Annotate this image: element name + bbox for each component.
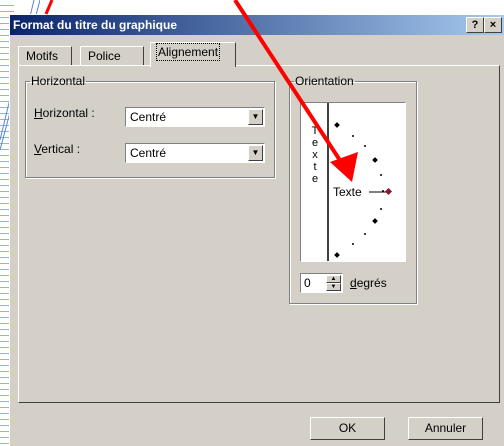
close-button[interactable]: × xyxy=(484,17,502,33)
vertical-text-option[interactable]: T e x t e xyxy=(301,103,329,261)
degrees-spinner[interactable]: 0 ▲ ▼ xyxy=(300,273,343,293)
orientation-group: Orientation T e x t e Texte 0 ▲ ▼ degrés xyxy=(289,74,417,304)
dial-marker-bottom xyxy=(334,252,340,258)
cancel-button[interactable]: Annuler xyxy=(408,417,483,440)
degrees-value: 0 xyxy=(304,276,311,290)
orientation-group-legend: Orientation xyxy=(295,74,354,88)
spinner-buttons: ▲ ▼ xyxy=(326,275,341,291)
dropdown-arrow-icon[interactable]: ▼ xyxy=(248,145,263,161)
spin-up-icon[interactable]: ▲ xyxy=(326,275,341,283)
tab-label: Alignement xyxy=(155,43,221,61)
tab-motifs[interactable]: Motifs xyxy=(18,46,72,66)
dialog-title: Format du titre du graphique xyxy=(13,18,177,32)
tab-police[interactable]: Police xyxy=(80,46,144,66)
dial-marker-lower xyxy=(372,218,378,224)
horizontal-select[interactable]: Centré ▼ xyxy=(125,107,265,127)
horizontal-group: Horizontal Horizontal : Centré ▼ Vertica… xyxy=(25,74,275,178)
dropdown-arrow-icon[interactable]: ▼ xyxy=(248,109,263,125)
format-chart-title-dialog: Format du titre du graphique ? × Motifs … xyxy=(9,14,504,446)
dialog-titlebar: Format du titre du graphique ? × xyxy=(10,15,504,35)
vertical-select[interactable]: Centré ▼ xyxy=(125,143,265,163)
dial-marker-top xyxy=(334,122,340,128)
horizontal-select-value: Centré xyxy=(130,110,167,124)
orientation-dial[interactable]: Texte xyxy=(329,103,405,261)
dial-marker-upper xyxy=(372,157,378,163)
vertical-text-letters: T e x t e xyxy=(311,125,319,185)
vertical-select-value: Centré xyxy=(130,146,167,160)
orientation-control[interactable]: T e x t e Texte xyxy=(300,102,406,262)
vertical-label: Vertical : xyxy=(34,142,81,156)
help-button[interactable]: ? xyxy=(466,17,484,33)
spin-down-icon[interactable]: ▼ xyxy=(326,283,341,291)
dial-text: Texte xyxy=(333,185,362,199)
horizontal-group-legend: Horizontal xyxy=(31,74,86,88)
horizontal-label: Horizontal : xyxy=(34,106,95,120)
annotation-arrow-tail-left xyxy=(44,0,54,15)
tab-label: Motifs xyxy=(26,49,59,63)
dial-current-marker xyxy=(384,187,393,196)
tab-alignement[interactable]: Alignement xyxy=(150,42,236,67)
ok-button[interactable]: OK xyxy=(310,417,385,440)
degrees-label: degrés xyxy=(350,276,387,290)
alignment-panel: Horizontal Horizontal : Centré ▼ Vertica… xyxy=(18,65,500,403)
tab-label: Police xyxy=(88,49,121,63)
